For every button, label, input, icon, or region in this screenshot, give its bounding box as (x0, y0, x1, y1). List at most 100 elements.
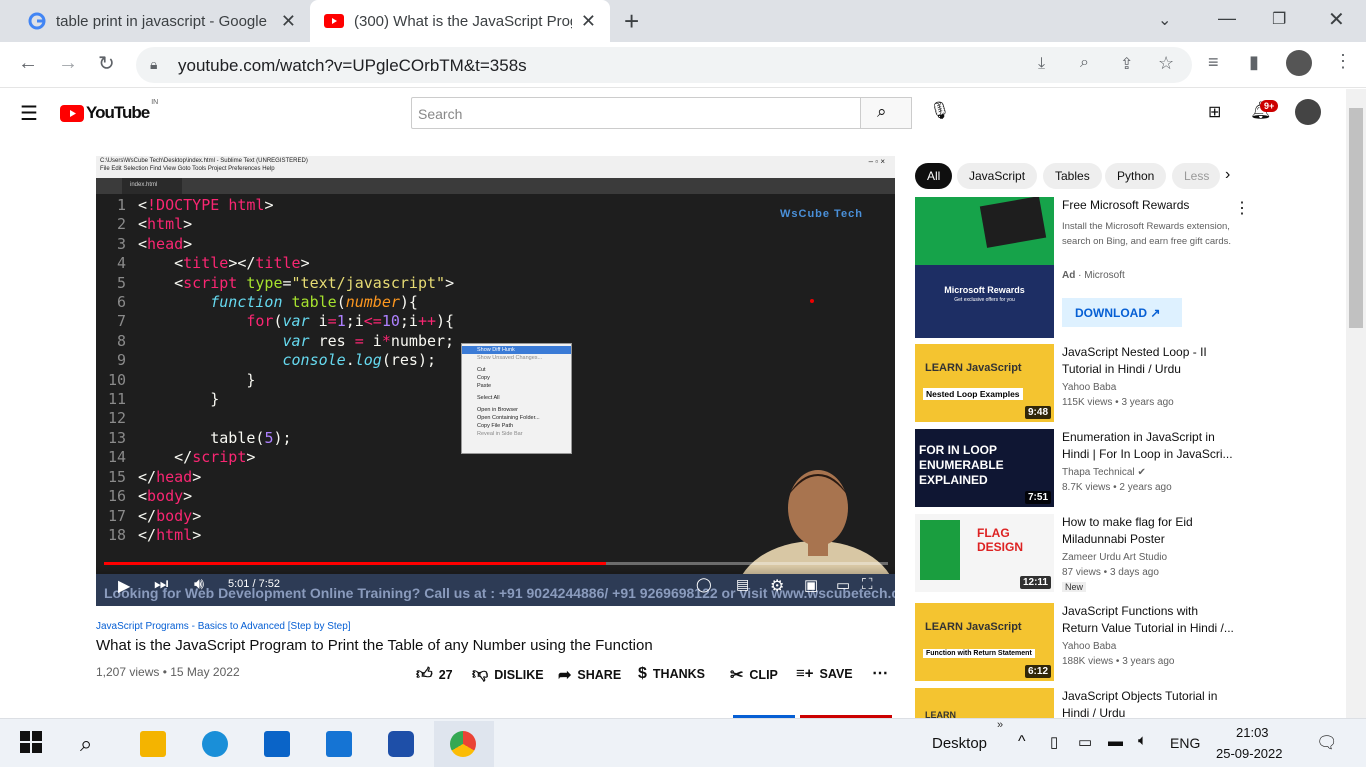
video-progress-bar[interactable] (104, 562, 888, 565)
chip-python[interactable]: Python (1105, 163, 1167, 189)
forward-icon[interactable]: → (58, 52, 78, 75)
zoom-icon[interactable]: ⌕ (1080, 54, 1089, 72)
new-badge: New (1062, 582, 1087, 592)
menu-dots-icon[interactable]: ⋮ (1334, 51, 1352, 72)
next-icon[interactable]: ⏭︎ (154, 576, 168, 594)
video-duration: 6:12 (1024, 665, 1051, 678)
create-video-icon[interactable]: ⊞ (1208, 102, 1221, 122)
url-text: youtube.com/watch?v=UPgleCOrbTM&t=358s (178, 56, 527, 75)
context-menu-item: Reveal in Side Bar (477, 431, 523, 437)
tray-device-icon[interactable]: ▯ (1050, 733, 1058, 751)
window-close-icon[interactable]: ✕ (1328, 7, 1345, 32)
editor-tab-bar: index.html (96, 178, 895, 194)
clip-button[interactable]: ✂ CLIP (730, 665, 778, 685)
chip-javascript[interactable]: JavaScript (957, 163, 1038, 189)
install-icon[interactable]: ⤓ (1038, 55, 1045, 73)
address-bar-row: ← → ↻ 🔒︎ youtube.com/watch?v=UPgleCOrbTM… (0, 42, 1366, 88)
side-panel-icon[interactable]: ▮ (1249, 52, 1259, 73)
ad-menu-icon[interactable]: ⋮ (1234, 198, 1250, 218)
settings-gear-icon[interactable]: ⚙ (770, 576, 784, 596)
edge-icon[interactable] (202, 731, 228, 757)
series-link[interactable]: JavaScript Programs - Basics to Advanced… (96, 621, 351, 632)
notifications-icon[interactable]: 🗨︎ (1316, 733, 1338, 753)
back-icon[interactable]: ← (18, 52, 38, 75)
share-button[interactable]: ➦ SHARE (558, 665, 621, 685)
restore-icon[interactable]: ❐ (1272, 9, 1286, 29)
youtube-logo[interactable]: YouTube IN (60, 99, 158, 123)
save-button[interactable]: ≡+ SAVE (796, 665, 853, 682)
url-field[interactable]: 🔒︎ youtube.com/watch?v=UPgleCOrbTM&t=358… (136, 47, 1192, 83)
store-icon[interactable] (264, 731, 290, 757)
chip-less[interactable]: Less (1172, 163, 1220, 189)
like-button[interactable]: 👍︎ 27 (416, 665, 453, 684)
file-explorer-icon[interactable] (140, 731, 166, 757)
windows-start-icon[interactable] (20, 731, 46, 757)
bookmark-star-icon[interactable]: ☆ (1158, 53, 1174, 74)
editor-window-controls: – ▫ × (868, 157, 885, 166)
browser-tab-google[interactable]: table print in javascript - Google ✕ (14, 0, 310, 42)
chip-all[interactable]: All (915, 163, 953, 189)
chip-tables[interactable]: Tables (1043, 163, 1102, 189)
scrollbar-thumb[interactable] (1349, 108, 1363, 328)
related-video[interactable]: LEARN JavaScript Objects Tutorial in Hin… (915, 688, 1340, 718)
language-indicator[interactable]: ENG (1170, 735, 1200, 751)
display-icon[interactable]: ▭ (1078, 733, 1092, 751)
miniplayer-icon[interactable]: ▣ (804, 576, 818, 594)
ad-download-button[interactable]: DOWNLOAD ↗ (1062, 298, 1182, 327)
share-icon[interactable]: ⇪ (1120, 54, 1133, 74)
related-video[interactable]: LEARN JavaScript Nested Loop Examples 9:… (915, 344, 1340, 424)
browser-tab-youtube[interactable]: (300) What is the JavaScript Prog ✕ (310, 0, 610, 42)
search-icon[interactable]: ⌕ (80, 731, 106, 757)
google-icon (28, 12, 46, 30)
media-icon[interactable]: ≡ (1208, 52, 1219, 73)
related-video[interactable]: FOR IN LOOP ENUMERABLE EXPLAINED 7:51 En… (915, 429, 1340, 509)
chevron-right-icon[interactable]: › (1225, 166, 1230, 184)
profile-avatar[interactable] (1286, 50, 1312, 76)
mail-icon[interactable] (326, 731, 352, 757)
search-icon: ⌕ (877, 102, 887, 121)
battery-icon[interactable]: ▬ (1108, 733, 1123, 750)
ad-banner-title: Microsoft Rewards (944, 285, 1025, 295)
desktop-label[interactable]: Desktop (932, 735, 987, 752)
microphone-icon[interactable]: 🎙︎ (929, 101, 951, 121)
video-duration: 12:11 (1019, 576, 1051, 589)
clock-time[interactable]: 21:03 (1236, 725, 1269, 740)
tray-up-icon[interactable]: ^ (1018, 733, 1026, 751)
close-icon[interactable]: ✕ (581, 11, 596, 32)
minimize-icon[interactable]: — (1218, 8, 1236, 29)
search-button[interactable]: ⌕ (860, 97, 912, 129)
close-icon[interactable]: ✕ (281, 11, 296, 32)
account-avatar[interactable] (1295, 99, 1321, 125)
related-video[interactable]: LEARN JavaScript Function with Return St… (915, 603, 1340, 683)
video-meta: 1,207 views • 15 May 2022 (96, 665, 240, 679)
volume-icon[interactable]: 🔊︎ (194, 576, 204, 594)
tab-title: table print in javascript - Google (56, 12, 267, 30)
tab-search-icon[interactable]: ⌄ (1158, 10, 1171, 30)
reload-icon[interactable]: ↻ (98, 51, 115, 76)
thumbnail-caption: Function with Return Statement (923, 649, 1035, 658)
speaker-icon[interactable]: 🔈︎ (1138, 732, 1147, 749)
related-video[interactable]: FLAG DESIGN 12:11 How to make flag for E… (915, 514, 1340, 594)
new-tab-button[interactable]: + (624, 6, 639, 37)
chrome-icon[interactable] (450, 731, 476, 757)
play-icon[interactable]: ▶ (118, 576, 130, 596)
ad-title[interactable]: Free Microsoft Rewards (1062, 198, 1189, 212)
theater-icon[interactable]: ▭ (836, 576, 850, 594)
dislike-button[interactable]: 👎︎ DISLIKE (472, 665, 544, 684)
video-player[interactable]: C:\Users\WsCube Tech\Desktop\index.html … (96, 156, 895, 606)
fullscreen-icon[interactable]: ⛶ (862, 576, 873, 593)
thumbnail-caption: LEARN (925, 710, 956, 718)
video-stats: 8.7K views • 2 years ago (1062, 482, 1172, 493)
hamburger-menu-icon[interactable]: ☰ (20, 101, 38, 126)
app-icon[interactable] (388, 731, 414, 757)
subtitles-icon[interactable]: ▤ (736, 576, 749, 593)
like-count: 27 (438, 667, 453, 682)
clock-date[interactable]: 25-09-2022 (1216, 746, 1283, 761)
video-stats: 87 views • 3 days ago (1062, 567, 1159, 578)
more-actions-icon[interactable]: ⋯ (872, 663, 888, 683)
editor-context-menu: Show Diff Hunk Show Unsaved Changes... C… (461, 343, 572, 454)
autoplay-toggle[interactable]: ◯ (696, 576, 712, 593)
thanks-button[interactable]: $ THANKS (638, 665, 705, 683)
ad-thumbnail[interactable]: Microsoft Rewards Get exclusive offers f… (915, 197, 1054, 338)
search-input[interactable]: Search (411, 97, 861, 129)
